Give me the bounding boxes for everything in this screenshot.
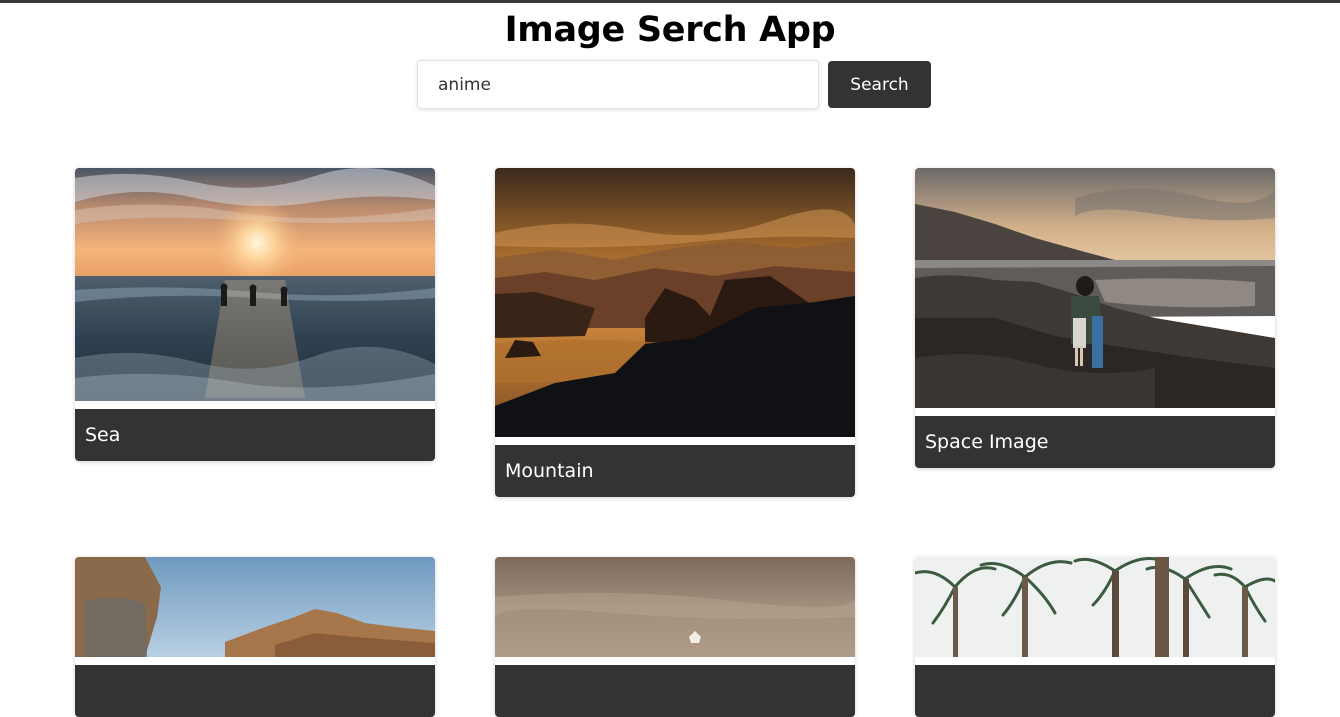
image-card-4[interactable] [75,557,435,717]
card-caption: Space Image [915,416,1275,468]
card-caption [495,665,855,717]
sand-dune-image [495,557,855,657]
palm-trees-image [915,557,1275,657]
search-input[interactable] [417,60,819,109]
coastal-rocks-image [915,168,1275,408]
top-border [0,0,1340,3]
desert-canyon-image [75,557,435,657]
card-caption [915,665,1275,717]
sea-sunset-image [75,168,435,401]
image-card-space-image[interactable]: Space Image [915,168,1275,468]
card-caption [75,665,435,717]
card-caption: Mountain [495,445,855,497]
card-caption: Sea [75,409,435,461]
image-card-6[interactable] [915,557,1275,717]
image-card-mountain[interactable]: Mountain [495,168,855,497]
search-button[interactable]: Search [828,61,931,108]
image-card-5[interactable] [495,557,855,717]
image-card-sea[interactable]: Sea [75,168,435,461]
page-title: Image Serch App [504,10,836,50]
mountain-image [495,168,855,437]
